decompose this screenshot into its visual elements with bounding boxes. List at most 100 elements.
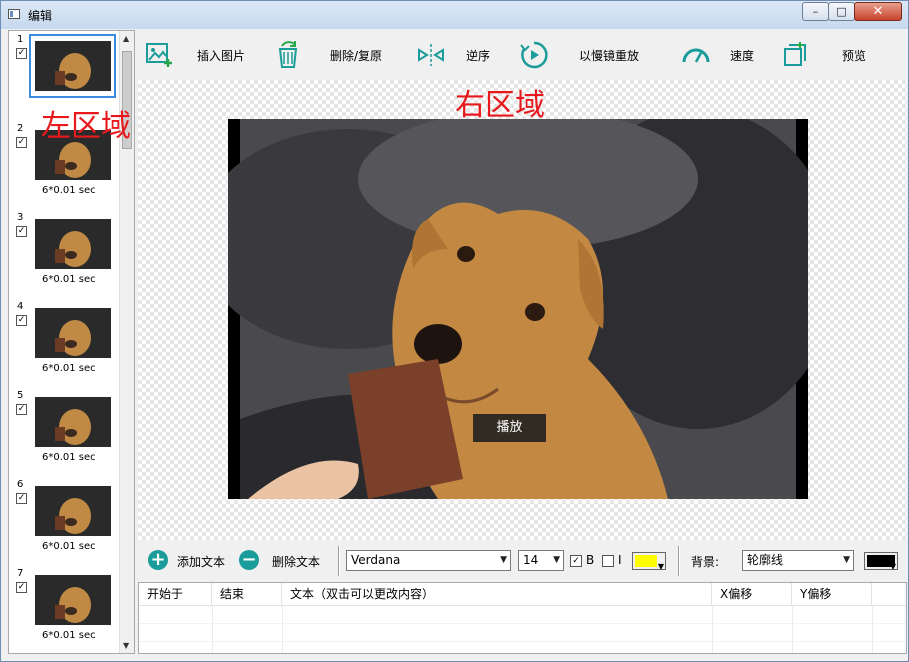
minimize-icon: – (812, 5, 819, 18)
main-toolbar: 插入图片 删除/复原 逆序 以慢镜重放 速度 预览 (138, 30, 907, 80)
left-region-annotation: 左区域 (41, 109, 131, 144)
frame-number: 2 (17, 123, 24, 134)
add-text-icon[interactable]: + (148, 550, 168, 570)
dog-image (228, 119, 808, 499)
insert-image-button[interactable]: 插入图片 (197, 47, 245, 64)
frame-checkbox[interactable]: ✓ (16, 315, 27, 326)
column-header-x-offset[interactable]: X偏移 (712, 583, 792, 605)
italic-checkbox[interactable] (602, 555, 614, 567)
frame-item[interactable]: 6 ✓ 6*0.01 sec (9, 476, 121, 565)
preview-icon[interactable] (780, 40, 810, 70)
text-toolbar: + 添加文本 − 删除文本 Verdana ▼ 14 ▼ ✓ B I ▼ 背景:… (138, 540, 907, 582)
column-divider (792, 605, 793, 653)
separator (678, 546, 680, 576)
background-label: 背景: (691, 555, 720, 569)
scroll-down-icon[interactable]: ▼ (123, 641, 129, 650)
frame-thumbnail[interactable] (35, 308, 111, 358)
app-icon (8, 9, 20, 19)
bold-checkbox[interactable]: ✓ (570, 555, 582, 567)
frame-number: 7 (17, 568, 24, 579)
frame-thumbnail[interactable] (35, 575, 111, 625)
slow-replay-button[interactable]: 以慢镜重放 (579, 47, 639, 64)
delete-restore-icon[interactable] (273, 40, 303, 70)
separator (338, 546, 340, 576)
slow-replay-icon[interactable] (519, 40, 549, 70)
frame-delay: 6*0.01 sec (42, 274, 96, 285)
text-color-picker[interactable]: ▼ (632, 552, 666, 571)
frame-delay: 6*0.01 sec (42, 630, 96, 641)
frame-thumbnail[interactable] (35, 219, 111, 269)
row-divider (139, 641, 906, 642)
insert-image-icon[interactable] (144, 40, 174, 70)
font-size-select[interactable]: 14 ▼ (518, 550, 564, 571)
frame-checkbox[interactable]: ✓ (16, 582, 27, 593)
delete-text-icon[interactable]: − (239, 550, 259, 570)
column-header-text[interactable]: 文本（双击可以更改内容） (282, 583, 712, 605)
add-text-button[interactable]: 添加文本 (177, 553, 225, 570)
frame-checkbox[interactable]: ✓ (16, 48, 27, 59)
column-header-end[interactable]: 结束 (212, 583, 282, 605)
chevron-down-icon: ▼ (843, 555, 850, 565)
italic-label: I (618, 553, 622, 567)
frame-delay: 6*0.01 sec (42, 452, 96, 463)
bold-label: B (586, 553, 595, 567)
column-divider (712, 605, 713, 653)
editor-window: 编辑 – □ ✕ 1 ✓ 2 ✓ 6*0.01 sec 3 ✓ 6*0.01 s… (0, 0, 909, 662)
maximize-icon: □ (836, 5, 847, 18)
close-icon: ✕ (872, 4, 884, 19)
frame-delay: 6*0.01 sec (42, 363, 96, 374)
reverse-icon[interactable] (416, 40, 446, 70)
frame-checkbox[interactable]: ✓ (16, 226, 27, 237)
speed-icon[interactable] (681, 40, 711, 70)
chevron-down-icon: ▼ (657, 562, 664, 571)
frame-item[interactable]: 3 ✓ 6*0.01 sec (9, 209, 121, 298)
reverse-button[interactable]: 逆序 (466, 47, 490, 64)
chevron-down-icon: ▼ (889, 562, 896, 571)
font-select-value: Verdana (351, 553, 401, 567)
delete-restore-button[interactable]: 删除/复原 (330, 47, 382, 64)
preview-canvas: 右区域 播放 (138, 80, 907, 540)
window-title: 编辑 (28, 9, 53, 23)
chevron-down-icon: ▼ (500, 555, 507, 565)
font-select[interactable]: Verdana ▼ (346, 550, 511, 571)
frame-thumbnail[interactable] (35, 397, 111, 447)
frame-number: 3 (17, 212, 24, 223)
frame-item[interactable]: 7 ✓ 6*0.01 sec (9, 565, 121, 653)
frame-delay: 6*0.01 sec (42, 541, 96, 552)
column-divider (872, 605, 873, 653)
play-button[interactable]: 播放 (473, 414, 546, 442)
table-header: 开始于 结束 文本（双击可以更改内容） X偏移 Y偏移 (139, 583, 906, 606)
title-bar: 编辑 – □ ✕ (1, 1, 908, 29)
frame-delay: 6*0.01 sec (42, 185, 96, 196)
frame-number: 6 (17, 479, 24, 490)
background-select[interactable]: 轮廓线 ▼ (742, 550, 854, 571)
column-header-y-offset[interactable]: Y偏移 (792, 583, 872, 605)
background-color-picker[interactable]: ▼ (864, 552, 898, 571)
frame-item[interactable]: 4 ✓ 6*0.01 sec (9, 298, 121, 387)
frame-checkbox[interactable]: ✓ (16, 137, 27, 148)
preview-image[interactable]: 播放 (228, 119, 808, 499)
frame-number: 5 (17, 390, 24, 401)
frame-number: 1 (17, 34, 24, 45)
text-table[interactable]: 开始于 结束 文本（双击可以更改内容） X偏移 Y偏移 (138, 582, 907, 654)
speed-button[interactable]: 速度 (730, 47, 754, 64)
scroll-up-icon[interactable]: ▲ (123, 34, 129, 43)
frame-thumbnail[interactable] (35, 486, 111, 536)
preview-button[interactable]: 预览 (842, 47, 866, 64)
column-divider (212, 605, 213, 653)
frame-thumbnail[interactable] (35, 41, 111, 91)
frame-checkbox[interactable]: ✓ (16, 493, 27, 504)
minimize-button[interactable]: – (802, 2, 829, 21)
font-size-value: 14 (523, 553, 539, 567)
background-select-value: 轮廓线 (747, 553, 784, 567)
chevron-down-icon: ▼ (553, 555, 560, 565)
text-color-swatch (635, 555, 657, 567)
frame-item[interactable]: 5 ✓ 6*0.01 sec (9, 387, 121, 476)
frame-checkbox[interactable]: ✓ (16, 404, 27, 415)
maximize-button[interactable]: □ (828, 2, 855, 21)
frame-number: 4 (17, 301, 24, 312)
column-header-start[interactable]: 开始于 (139, 583, 212, 605)
right-region-annotation: 右区域 (455, 88, 545, 123)
close-button[interactable]: ✕ (854, 2, 902, 21)
delete-text-button[interactable]: 删除文本 (272, 553, 320, 570)
